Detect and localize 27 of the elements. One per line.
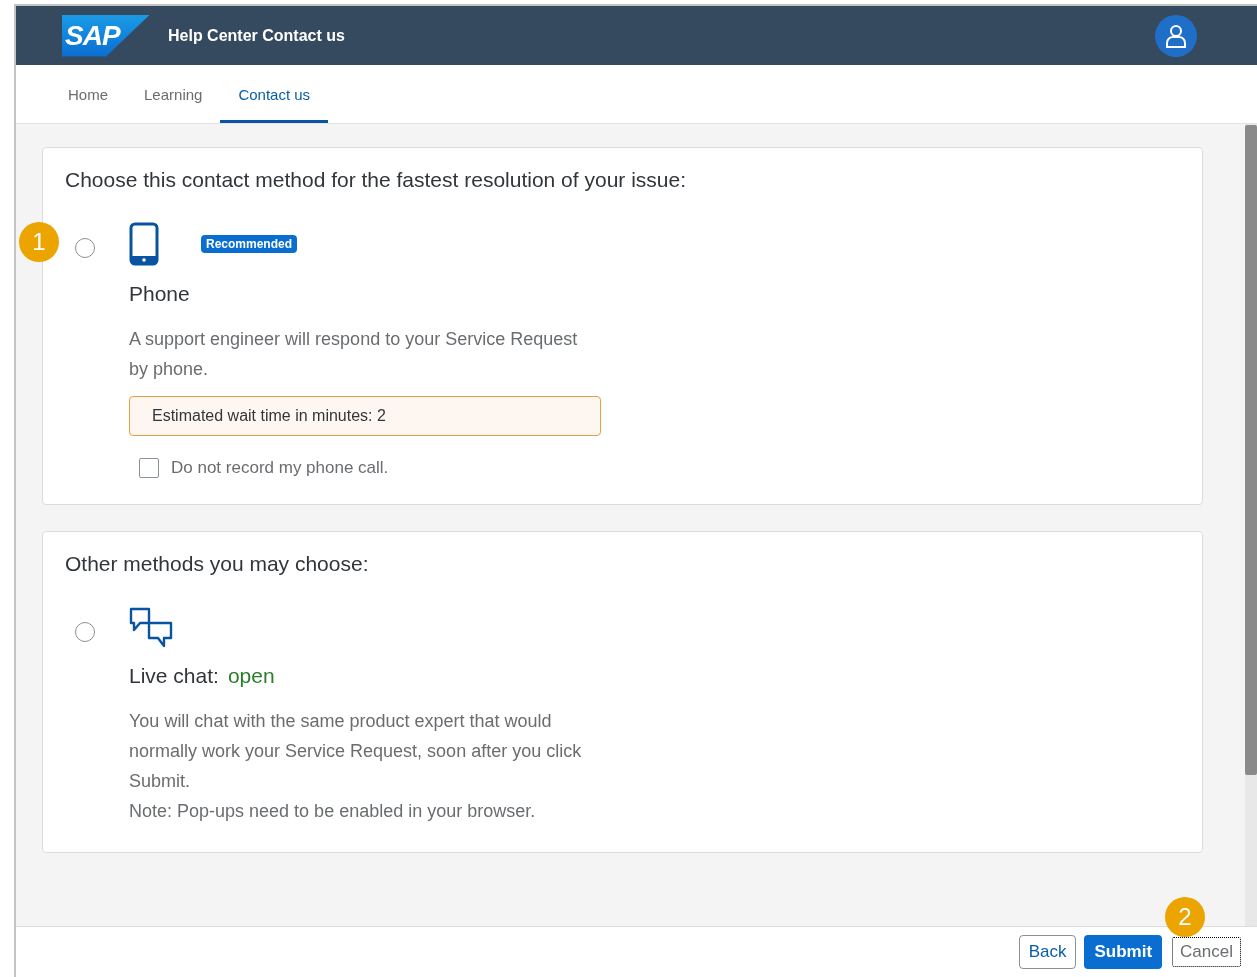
status-text: open — [227, 664, 275, 688]
user-avatar-button[interactable] — [1155, 14, 1197, 57]
wait-time-notice: Estimated wait time in minutes: 2 — [129, 396, 601, 436]
logo: SAP — [62, 14, 150, 57]
section-heading: Choose this contact method for the fastest resolution of your issue: — [65, 168, 687, 192]
description-text: You will chat with the same product expert that would normally work your Service Request, soon after you click Submit. — [129, 710, 583, 793]
chat-bubbles-icon — [129, 606, 175, 648]
nav-tab[interactable]: Home — [50, 65, 126, 123]
footer-button[interactable]: Submit — [1084, 935, 1163, 969]
description-text: Note: Pop-ups need to be enabled in your browser. — [129, 800, 537, 823]
recommended-tag: Recommended — [201, 235, 298, 253]
section-heading: Other methods you may choose: — [65, 552, 370, 576]
checkbox-label: Do not record my phone call. — [171, 458, 389, 478]
description-text: A support engineer will respond to your Service Request by phone. — [129, 328, 579, 381]
footer-button[interactable]: Cancel — [1170, 935, 1243, 969]
checkbox[interactable] — [139, 458, 159, 478]
radio-button[interactable] — [75, 238, 95, 258]
nav-tab[interactable]: Learning — [126, 65, 221, 123]
radio-button[interactable] — [75, 622, 95, 642]
user-icon — [1165, 23, 1187, 48]
nav-tab[interactable]: Contact us — [220, 65, 329, 123]
header-title: Help Center Contact us — [168, 26, 346, 45]
footer-button[interactable]: Back — [1018, 935, 1077, 969]
phone-icon — [129, 222, 159, 266]
scrollbar[interactable] — [1245, 124, 1257, 926]
option-title: Live chat: — [129, 664, 219, 688]
option-title: Phone — [129, 282, 190, 306]
